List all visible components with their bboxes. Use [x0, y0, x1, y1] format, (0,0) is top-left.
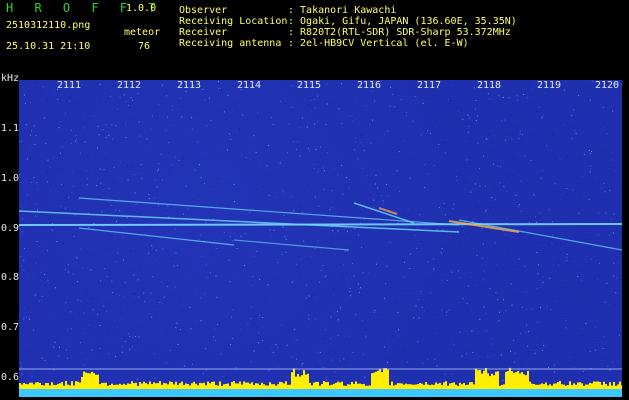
activity-base [19, 389, 622, 397]
spectrogram-plot [19, 80, 622, 397]
x-tick-label: 2120 [595, 80, 620, 91]
x-tick-label: 2113 [177, 80, 202, 91]
app-version: 1.0.0 [126, 3, 157, 14]
x-tick-label: 2115 [297, 80, 322, 91]
x-tick-label: 2117 [417, 80, 442, 91]
info-value: : Ogaki, Gifu, JAPAN (136.60E, 35.35N) [288, 16, 517, 27]
timestamp: 25.10.31 21:10 [6, 41, 91, 52]
info-row-antenna: Receiving antenna : 2el-HB9CV Vertical (… [179, 38, 517, 49]
y-tick-label: 0.7 [1, 322, 20, 333]
meteor-count: 76 [138, 41, 151, 52]
spectrogram [19, 80, 622, 397]
info-key: Receiving Location [179, 16, 288, 27]
x-tick-label: 2111 [57, 80, 82, 91]
x-tick-label: 2116 [357, 80, 382, 91]
file-name: 2510312110.png [6, 20, 91, 31]
info-value: : 2el-HB9CV Vertical (el. E-W) [288, 38, 469, 49]
info-row-location: Receiving Location : Ogaki, Gifu, JAPAN … [179, 16, 517, 27]
trace-4 [233, 239, 350, 251]
meteor-echo-1 [448, 220, 520, 233]
info-value: : R820T2(RTL-SDR) SDR-Sharp 53.372MHz [288, 27, 511, 38]
y-tick-label: 0.6 [1, 372, 20, 383]
info-value: : Takanori Kawachi [288, 5, 397, 16]
meteor-label: meteor [124, 27, 161, 38]
info-key: Receiving antenna [179, 38, 282, 49]
y-tick-label: 1.1 [1, 123, 20, 134]
x-tick-label: 2112 [117, 80, 142, 91]
x-tick-label: 2119 [537, 80, 562, 91]
info-row-observer: Observer : Takanori Kawachi [179, 5, 517, 16]
info-key: Receiver [179, 27, 228, 38]
y-tick-label: 1.0 [1, 173, 20, 184]
y-tick-label: 0.9 [1, 223, 20, 234]
trace-3 [78, 227, 235, 246]
station-info: Observer : Takanori Kawachi Receiving Lo… [179, 5, 517, 49]
trace-2 [78, 197, 460, 226]
x-tick-label: 2118 [477, 80, 502, 91]
meteor-echo-2 [378, 207, 398, 215]
x-tick-label: 2114 [237, 80, 262, 91]
info-row-receiver: Receiver : R820T2(RTL-SDR) SDR-Sharp 53.… [179, 27, 517, 38]
y-axis-labels: 1.1 1.0 0.9 0.8 0.7 0.6 [0, 0, 19, 383]
info-key: Observer [179, 5, 228, 16]
y-tick-label: 0.8 [1, 272, 20, 283]
